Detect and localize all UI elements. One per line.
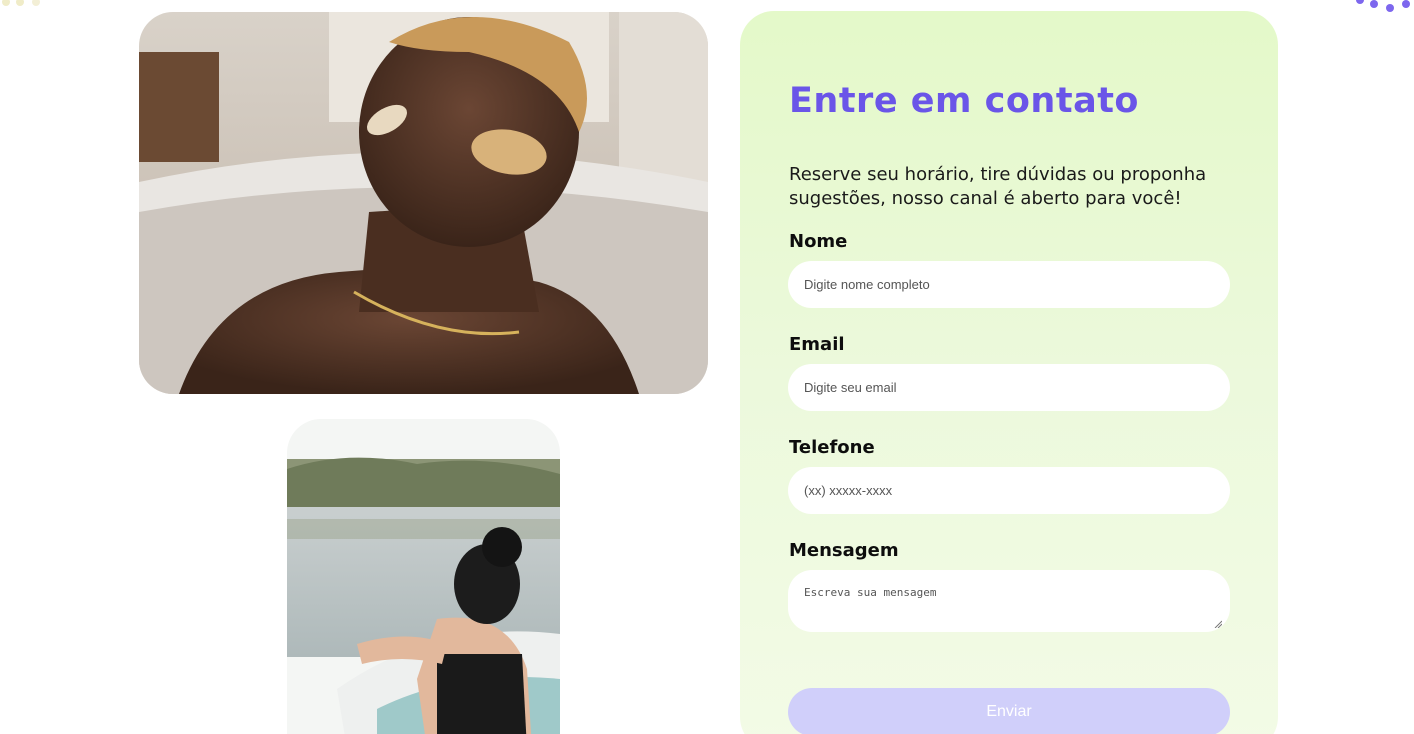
contact-card: Entre em contato Reserve seu horário, ti… bbox=[740, 11, 1278, 734]
email-input-placeholder: Digite seu email bbox=[804, 380, 897, 395]
email-label: Email bbox=[789, 334, 845, 355]
message-textarea[interactable]: Escreva sua mensagem bbox=[788, 570, 1230, 632]
email-input[interactable]: Digite seu email bbox=[788, 364, 1230, 411]
phone-input-placeholder: (xx) xxxxx-xxxx bbox=[804, 483, 893, 498]
message-label: Mensagem bbox=[789, 540, 899, 561]
name-input-placeholder: Digite nome completo bbox=[804, 277, 930, 292]
spa-photo-bathtub bbox=[139, 12, 708, 394]
spa-photo-lake-tub bbox=[287, 419, 560, 734]
resize-grip-icon[interactable] bbox=[1214, 620, 1222, 628]
name-input[interactable]: Digite nome completo bbox=[788, 261, 1230, 308]
phone-label: Telefone bbox=[789, 437, 875, 458]
contact-description: Reserve seu horário, tire dúvidas ou pro… bbox=[789, 164, 1207, 209]
page: Entre em contato Reserve seu horário, ti… bbox=[0, 0, 1414, 734]
contact-title: Entre em contato bbox=[789, 81, 1139, 121]
phone-input[interactable]: (xx) xxxxx-xxxx bbox=[788, 467, 1230, 514]
decorative-dots-right bbox=[1356, 0, 1410, 12]
name-label: Nome bbox=[789, 231, 848, 252]
message-textarea-placeholder: Escreva sua mensagem bbox=[804, 586, 937, 599]
submit-button[interactable]: Enviar bbox=[788, 688, 1230, 734]
decorative-dots-left bbox=[2, 0, 40, 6]
